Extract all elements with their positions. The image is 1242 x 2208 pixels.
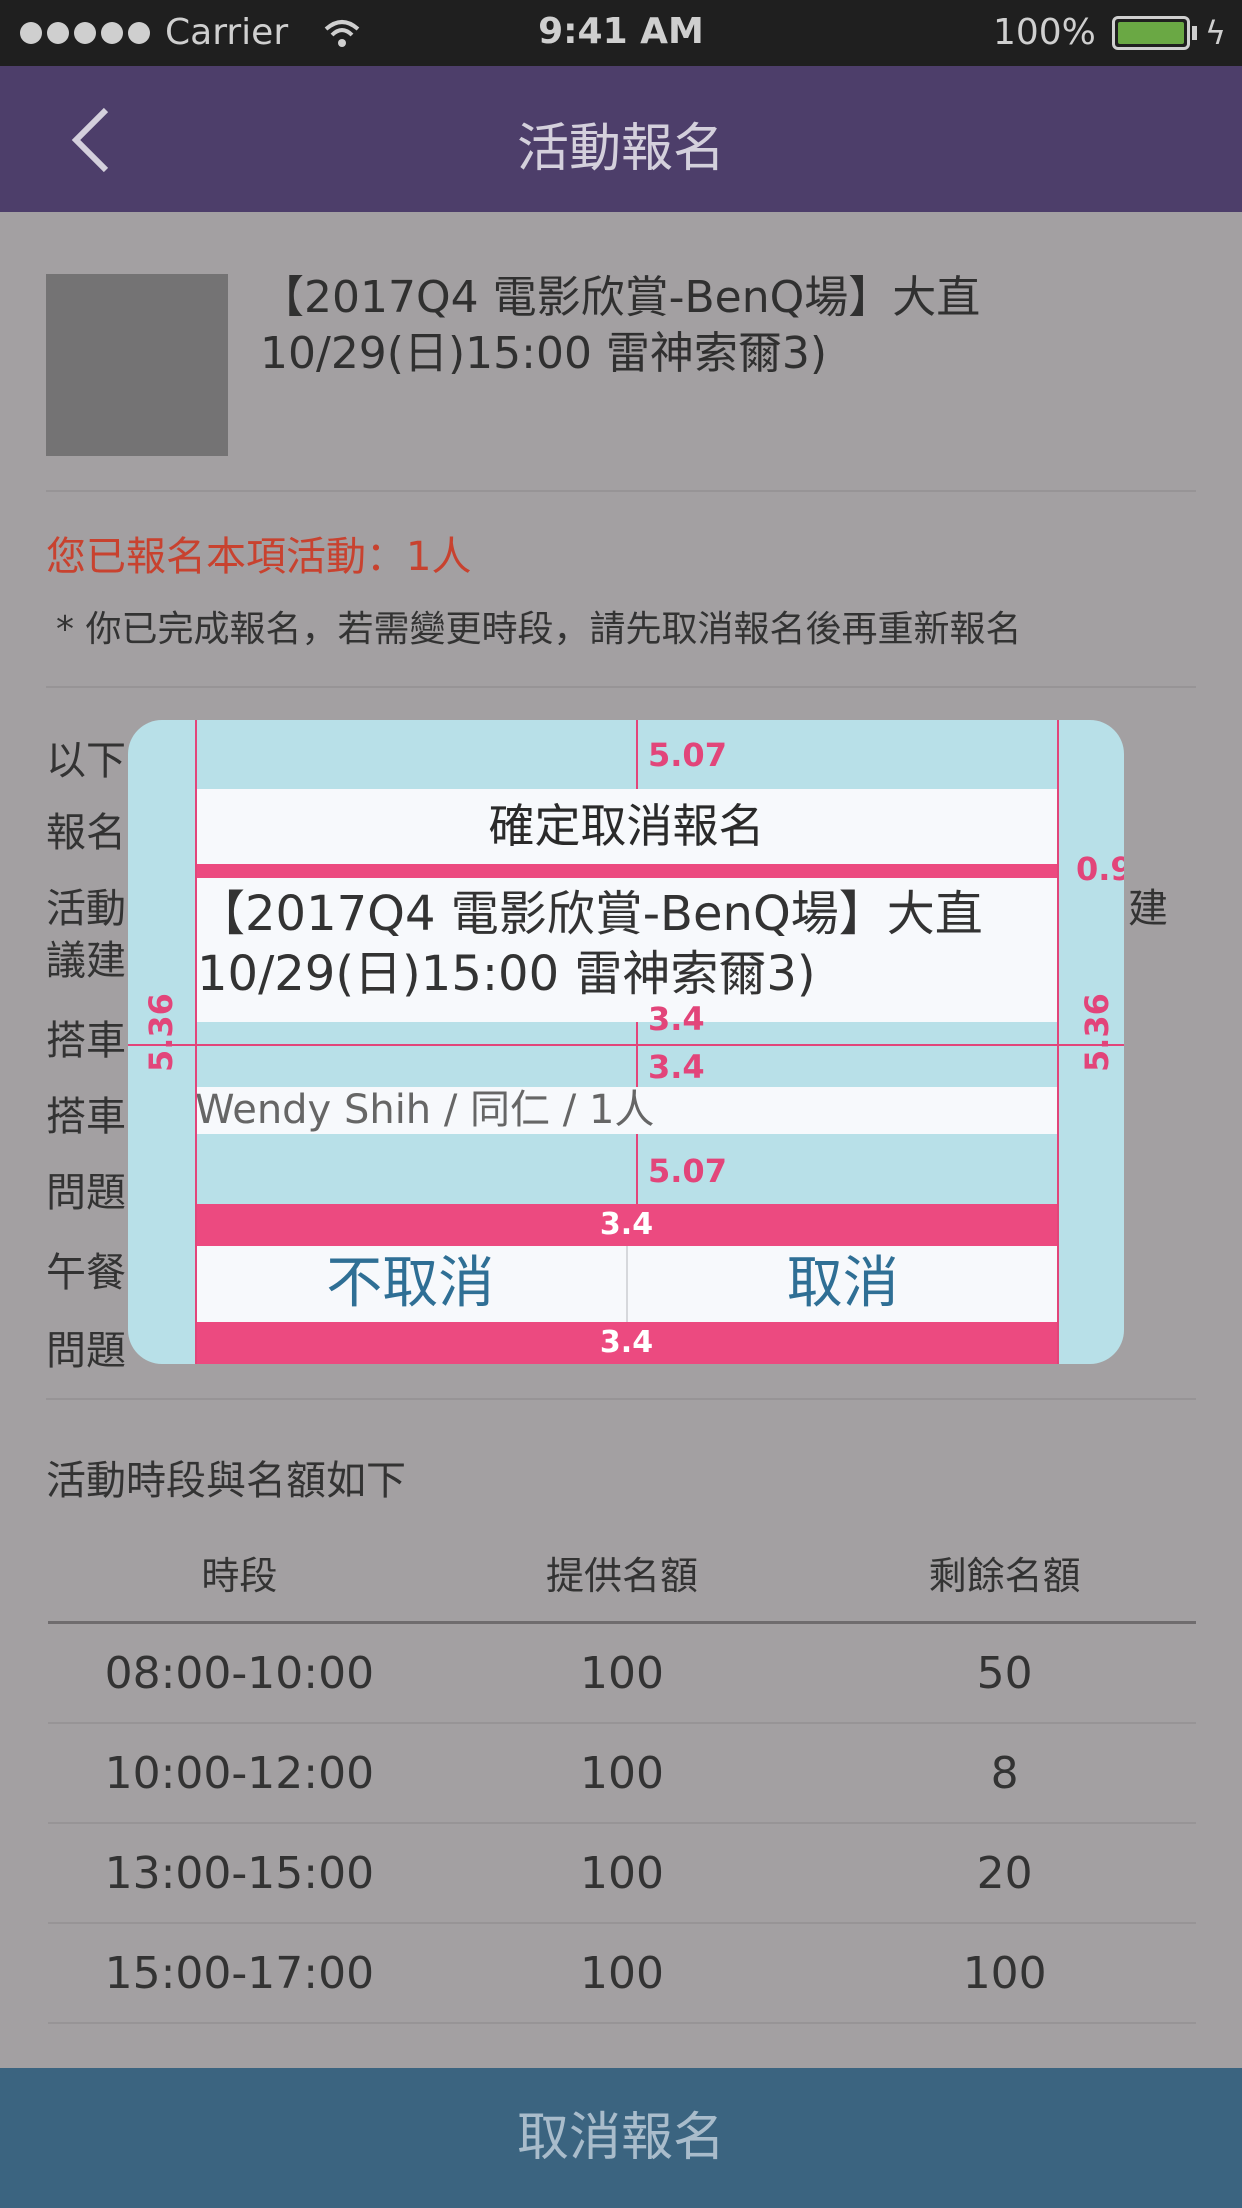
table-cell: 8 <box>990 1747 1019 1799</box>
info-row-label: 活動 <box>46 886 126 932</box>
spec-label: 5.07 <box>648 736 727 774</box>
quota-caption: 活動時段與名額如下 <box>46 1458 406 1504</box>
table-cell: 100 <box>580 1947 664 1999</box>
spec-gap-bar: 3.4 <box>195 1204 1058 1246</box>
info-row-suffix: 建 <box>1128 886 1168 932</box>
table-row: 10:00-12:00 100 8 <box>48 1724 1196 1824</box>
info-row-label: 搭車 <box>46 1018 126 1064</box>
battery-group: 100% ϟ <box>993 12 1226 53</box>
table-header-cell: 提供名額 <box>546 1554 699 1598</box>
dialog-event-text: 【2017Q4 電影欣賞-BenQ場】大直 10/29(日)15:00 雷神索爾… <box>195 878 1058 1022</box>
dialog-title: 確定取消報名 <box>195 789 1058 864</box>
spec-label: 3.4 <box>648 1048 705 1086</box>
spec-guide-line <box>128 1044 1124 1046</box>
table-cell: 100 <box>580 1747 664 1799</box>
spec-label: 3.4 <box>648 1000 705 1038</box>
battery-icon <box>1111 15 1190 50</box>
spec-gap-bar: 3.4 <box>195 1322 1058 1364</box>
table-header-cell: 時段 <box>201 1554 278 1598</box>
dialog-person-info: Wendy Shih / 同仁 / 1人 <box>195 1087 1058 1134</box>
nav-bar: 活動報名 <box>0 66 1242 212</box>
dialog-button-row: 不取消 取消 <box>195 1246 1058 1322</box>
table-cell: 10:00-12:00 <box>104 1747 375 1799</box>
status-bar: Carrier 9:41 AM 100% ϟ <box>0 0 1242 66</box>
table-header-row: 時段 提供名額 剩餘名額 <box>48 1524 1196 1624</box>
dialog-event-line: 【2017Q4 電影欣賞-BenQ場】大直 <box>197 886 983 942</box>
spec-hairline-bar <box>195 864 1058 878</box>
event-thumbnail <box>46 274 228 456</box>
table-header-cell: 剩餘名額 <box>928 1554 1081 1598</box>
spec-label: 5.36 <box>142 993 180 1072</box>
table-row: 08:00-10:00 100 50 <box>48 1624 1196 1724</box>
spec-guide-line <box>636 1022 638 1087</box>
table-cell: 08:00-10:00 <box>104 1647 375 1699</box>
registered-count: 您已報名本項活動：1人 <box>46 534 472 580</box>
charging-bolt-icon: ϟ <box>1204 13 1226 52</box>
info-row-label: 以下 <box>46 738 126 784</box>
table-cell: 50 <box>976 1647 1033 1699</box>
spec-label: 5.36 <box>1078 993 1116 1072</box>
table-cell: 100 <box>580 1847 664 1899</box>
table-cell: 100 <box>962 1947 1047 1999</box>
quota-table: 時段 提供名額 剩餘名額 08:00-10:00 100 50 10:00-12… <box>48 1524 1196 2024</box>
dialog-event-line: 10/29(日)15:00 雷神索爾3) <box>197 946 816 1002</box>
cancel-confirm-dialog: 確定取消報名 【2017Q4 電影欣賞-BenQ場】大直 10/29(日)15:… <box>128 720 1124 1364</box>
spec-guide-line <box>636 1134 638 1204</box>
spec-label: 5.07 <box>648 1152 727 1190</box>
spec-guide-line <box>636 720 638 789</box>
info-row-label: 問題 <box>46 1170 126 1216</box>
page-title: 活動報名 <box>516 119 725 179</box>
table-cell: 100 <box>580 1647 664 1699</box>
spec-guide-line <box>195 720 197 1364</box>
spec-guide-line <box>1057 720 1059 1364</box>
confirm-cancel-button[interactable]: 取消 <box>628 1246 1059 1322</box>
divider <box>46 1398 1196 1400</box>
cancel-registration-button[interactable]: 取消報名 <box>0 2068 1242 2208</box>
table-cell: 15:00-17:00 <box>104 1947 375 1999</box>
battery-tip <box>1191 25 1197 40</box>
divider <box>46 490 1196 492</box>
battery-percent: 100% <box>992 12 1096 53</box>
table-cell: 20 <box>976 1847 1033 1899</box>
info-row-label: 議建 <box>46 938 126 984</box>
event-title: 【2017Q4 電影欣賞-BenQ場】大直10/29(日)15:00 雷神索爾3… <box>260 272 981 379</box>
info-row-label: 午餐 <box>46 1250 126 1296</box>
divider <box>46 686 1196 688</box>
registration-note: * 你已完成報名，若需變更時段，請先取消報名後再重新報名 <box>56 609 1022 650</box>
keep-registration-button[interactable]: 不取消 <box>195 1246 628 1322</box>
table-row: 15:00-17:00 100 100 <box>48 1924 1196 2024</box>
spec-label: 0.98 <box>1076 850 1124 888</box>
table-row: 13:00-15:00 100 20 <box>48 1824 1196 1924</box>
info-row-label: 報名 <box>46 810 126 856</box>
info-row-label: 問題 <box>46 1328 126 1374</box>
table-cell: 13:00-15:00 <box>104 1847 375 1899</box>
info-row-label: 搭車 <box>46 1094 126 1140</box>
